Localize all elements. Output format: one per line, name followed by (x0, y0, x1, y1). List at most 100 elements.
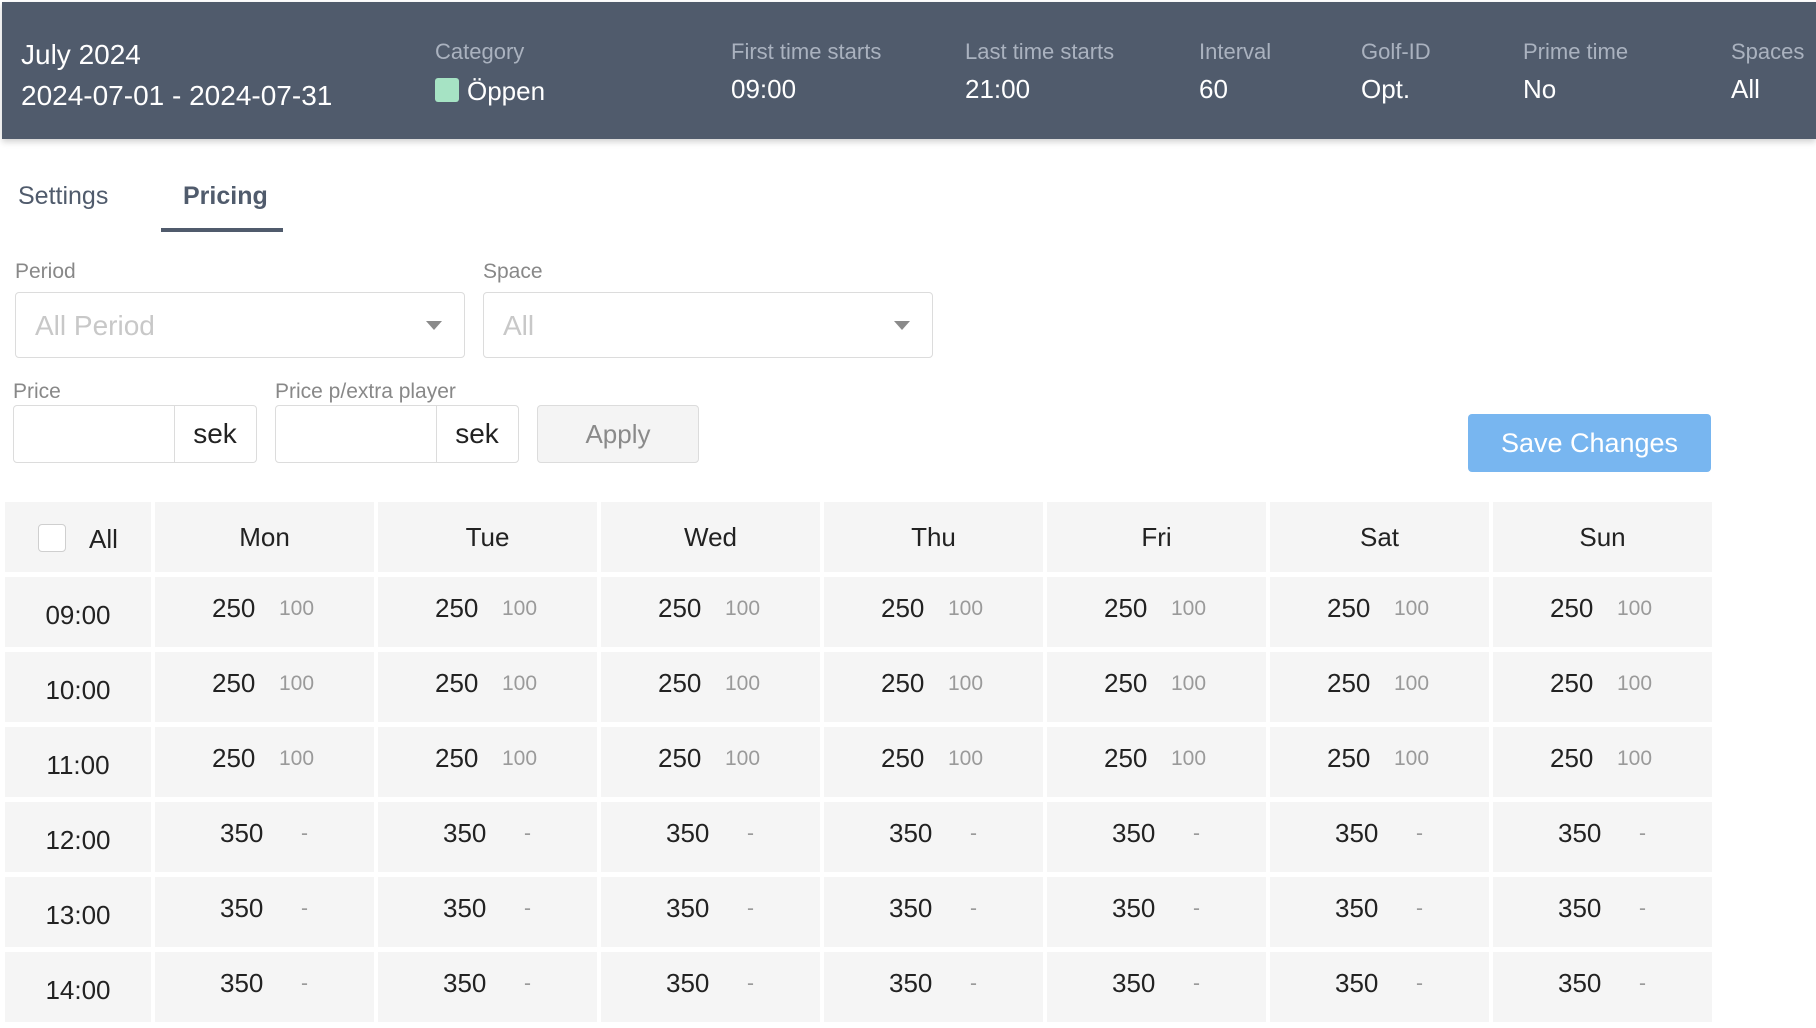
price-cell[interactable]: 250 100 (1493, 577, 1712, 647)
period-placeholder: All Period (35, 310, 155, 341)
price-cell[interactable]: 250 100 (378, 577, 597, 647)
day-header-fri[interactable]: Fri (1047, 502, 1266, 572)
last-time-label: Last time starts (965, 39, 1115, 64)
period-date-range: 2024-07-01 - 2024-07-31 (21, 80, 333, 111)
price-value: 250 (658, 593, 702, 623)
time-row-header[interactable]: 12:00 (5, 802, 151, 872)
apply-button[interactable]: Apply (537, 405, 699, 463)
extra-player-price-input[interactable] (276, 406, 437, 462)
price-cell[interactable]: 350 - (601, 877, 820, 947)
extra-player-value: - (747, 972, 754, 995)
price-input-group: sek (13, 405, 257, 463)
day-header-mon[interactable]: Mon (155, 502, 374, 572)
save-changes-button[interactable]: Save Changes (1468, 414, 1711, 472)
price-value: 250 (212, 668, 256, 698)
time-row-header[interactable]: 13:00 (5, 877, 151, 947)
extra-player-value: 100 (948, 597, 984, 620)
price-input[interactable] (14, 406, 175, 462)
price-cell[interactable]: 250 100 (155, 652, 374, 722)
price-cell[interactable]: 250 100 (824, 727, 1043, 797)
time-label: 14:00 (45, 974, 111, 1005)
day-header-sun[interactable]: Sun (1493, 502, 1712, 572)
price-cell[interactable]: 350 - (1270, 802, 1489, 872)
price-cell[interactable]: 350 - (155, 802, 374, 872)
price-cell[interactable]: 250 100 (824, 577, 1043, 647)
price-cell[interactable]: 250 100 (1047, 652, 1266, 722)
day-header-label: Fri (1141, 521, 1172, 552)
spaces-value: All (1731, 74, 1760, 104)
price-label: Price (13, 380, 61, 403)
extra-player-value: 100 (1171, 597, 1207, 620)
time-row-header[interactable]: 09:00 (5, 577, 151, 647)
price-cell[interactable]: 350 - (1270, 877, 1489, 947)
price-cell[interactable]: 250 100 (1047, 577, 1266, 647)
price-value: 350 (1112, 818, 1156, 848)
extra-player-value: - (747, 897, 754, 920)
price-cell[interactable]: 350 - (1493, 952, 1712, 1022)
price-cell[interactable]: 250 100 (155, 727, 374, 797)
price-cell[interactable]: 250 100 (378, 652, 597, 722)
price-cell[interactable]: 350 - (1270, 952, 1489, 1022)
extra-player-value: 100 (502, 672, 538, 695)
price-cell[interactable]: 250 100 (1270, 652, 1489, 722)
period-select[interactable]: All Period (15, 292, 465, 358)
time-row-header[interactable]: 10:00 (5, 652, 151, 722)
price-cell[interactable]: 350 - (1047, 877, 1266, 947)
time-row-header[interactable]: 11:00 (5, 727, 151, 797)
price-cell[interactable]: 350 - (378, 877, 597, 947)
price-cell[interactable]: 250 100 (155, 577, 374, 647)
price-value: 250 (1550, 668, 1594, 698)
price-cell[interactable]: 350 - (378, 802, 597, 872)
extra-player-value: 100 (1617, 597, 1653, 620)
price-cell[interactable]: 250 100 (601, 727, 820, 797)
price-cell[interactable]: 250 100 (1493, 652, 1712, 722)
last-time-value: 21:00 (965, 74, 1031, 104)
extra-player-price-label: Price p/extra player (275, 380, 456, 403)
price-cell[interactable]: 350 - (824, 877, 1043, 947)
price-cell[interactable]: 250 100 (601, 577, 820, 647)
extra-player-value: - (1416, 822, 1423, 845)
price-cell[interactable]: 250 100 (1493, 727, 1712, 797)
day-header-tue[interactable]: Tue (378, 502, 597, 572)
price-value: 250 (212, 593, 256, 623)
price-value: 250 (1327, 593, 1371, 623)
price-cell[interactable]: 250 100 (1047, 727, 1266, 797)
extra-player-value: - (301, 897, 308, 920)
price-cell[interactable]: 350 - (1047, 802, 1266, 872)
time-row-header[interactable]: 14:00 (5, 952, 151, 1022)
select-all-checkbox[interactable] (38, 524, 66, 552)
price-value: 350 (443, 818, 487, 848)
day-header-thu[interactable]: Thu (824, 502, 1043, 572)
price-cell[interactable]: 250 100 (1270, 577, 1489, 647)
price-cell[interactable]: 250 100 (824, 652, 1043, 722)
price-value: 250 (881, 743, 925, 773)
extra-player-value: - (524, 897, 531, 920)
day-header-label: Sun (1579, 521, 1626, 552)
price-value: 250 (212, 743, 256, 773)
price-cell[interactable]: 350 - (824, 952, 1043, 1022)
extra-player-value: - (1416, 972, 1423, 995)
price-cell[interactable]: 350 - (1493, 802, 1712, 872)
space-select[interactable]: All (483, 292, 933, 358)
tab-settings[interactable]: Settings (18, 182, 108, 211)
tab-pricing[interactable]: Pricing (183, 182, 268, 211)
price-cell[interactable]: 350 - (155, 952, 374, 1022)
extra-player-value: - (301, 972, 308, 995)
price-cell[interactable]: 350 - (1493, 877, 1712, 947)
price-cell[interactable]: 350 - (824, 802, 1043, 872)
price-cell[interactable]: 350 - (155, 877, 374, 947)
price-cell[interactable]: 350 - (1047, 952, 1266, 1022)
day-header-sat[interactable]: Sat (1270, 502, 1489, 572)
price-cell[interactable]: 250 100 (601, 652, 820, 722)
price-cell[interactable]: 250 100 (378, 727, 597, 797)
extra-player-value: - (1416, 897, 1423, 920)
time-label: 09:00 (45, 599, 111, 630)
price-cell[interactable]: 350 - (601, 802, 820, 872)
space-placeholder: All (503, 310, 535, 341)
golfid-value: Opt. (1361, 74, 1411, 104)
day-header-label: Sat (1359, 521, 1400, 552)
day-header-wed[interactable]: Wed (601, 502, 820, 572)
price-cell[interactable]: 350 - (601, 952, 820, 1022)
price-cell[interactable]: 250 100 (1270, 727, 1489, 797)
price-cell[interactable]: 350 - (378, 952, 597, 1022)
